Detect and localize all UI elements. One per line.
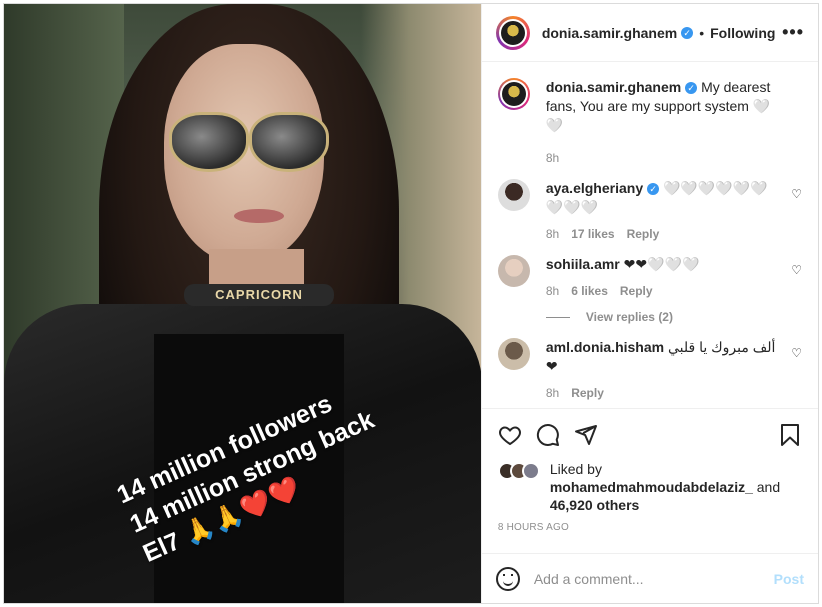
reply-button[interactable]: Reply	[627, 227, 660, 241]
like-button[interactable]	[494, 419, 526, 451]
comment-item: aya.elgheriany ✓ 🤍🤍🤍🤍🤍🤍🤍🤍🤍 8h 17 likes Repl…	[497, 179, 802, 241]
post-header: donia.samir.ghanem ✓ • Following •••	[481, 4, 818, 62]
caption: donia.samir.ghanem ✓ My dearest fans, You…	[497, 78, 802, 165]
avatar[interactable]	[497, 255, 530, 287]
post-container: CAPRICORN 14 million followers 14 millio…	[3, 3, 819, 604]
comment-time[interactable]: 8h	[546, 386, 559, 400]
avatar-image	[500, 20, 525, 45]
heart-icon[interactable]: ♡	[791, 187, 802, 201]
emoji-icon[interactable]	[495, 566, 520, 591]
share-button[interactable]	[570, 419, 602, 451]
liked-by-and: and	[752, 479, 781, 495]
action-bar	[481, 408, 818, 460]
heart-icon[interactable]: ♡	[791, 346, 802, 360]
verified-badge-icon: ✓	[681, 26, 694, 39]
comment-input[interactable]	[533, 570, 774, 587]
liked-by: Liked by mohamedmahmoudabdelaziz_ and 46…	[482, 460, 818, 514]
avatar[interactable]	[495, 15, 530, 50]
liked-by-text: Liked by mohamedmahmoudabdelaziz_ and 46…	[550, 460, 780, 514]
sunglasses-right	[249, 112, 329, 172]
comment-icon	[536, 423, 559, 446]
comment-item: sohiila.amr ❤❤🤍🤍🤍 8h 6 likes Reply ♡	[497, 255, 802, 298]
likes-count[interactable]: 46,920 others	[550, 497, 640, 513]
side-panel: donia.samir.ghanem ✓ • Following ••• don…	[480, 4, 818, 603]
following-button[interactable]: Following	[710, 25, 775, 41]
comment-likes[interactable]: 6 likes	[571, 284, 608, 298]
comment-username[interactable]: aya.elgheriany	[546, 180, 643, 196]
post-photo[interactable]: CAPRICORN 14 million followers 14 millio…	[4, 4, 481, 603]
comment-text: ❤❤🤍🤍🤍	[619, 256, 700, 272]
avatar[interactable]	[497, 338, 530, 370]
avatar[interactable]	[497, 78, 530, 110]
sunglasses-left	[169, 112, 249, 172]
post-timestamp[interactable]: 8 HOURS AGO	[482, 514, 818, 533]
share-icon	[574, 424, 597, 445]
choker-text: CAPRICORN	[184, 284, 334, 306]
add-comment-bar: Post	[481, 553, 818, 603]
avatar	[521, 462, 540, 480]
verified-badge-icon: ✓	[647, 183, 660, 196]
header-username[interactable]: donia.samir.ghanem	[542, 25, 677, 41]
view-replies-label: View replies (2)	[585, 310, 673, 324]
reply-button[interactable]: Reply	[571, 386, 604, 400]
comment-time[interactable]: 8h	[546, 284, 559, 298]
comment-username[interactable]: sohiila.amr	[546, 256, 620, 272]
separator-dot: •	[699, 24, 705, 41]
divider	[545, 316, 570, 318]
save-button[interactable]	[774, 419, 806, 451]
liked-by-prefix: Liked by	[549, 461, 602, 477]
caption-username[interactable]: donia.samir.ghanem	[546, 79, 681, 95]
bookmark-icon	[781, 423, 799, 446]
liker-avatars[interactable]	[497, 462, 540, 480]
heart-icon[interactable]: ♡	[791, 263, 802, 277]
more-icon[interactable]: •••	[782, 22, 804, 43]
comment-time[interactable]: 8h	[546, 227, 559, 241]
verified-badge-icon: ✓	[685, 82, 698, 95]
comment-likes[interactable]: 17 likes	[571, 227, 614, 241]
comment-button[interactable]	[532, 419, 564, 451]
avatar[interactable]	[497, 179, 530, 211]
heart-icon	[498, 425, 521, 445]
liked-by-user[interactable]: mohamedmahmoudabdelaziz_	[550, 479, 753, 495]
reply-button[interactable]: Reply	[620, 284, 653, 298]
view-replies-button[interactable]: View replies (2)	[545, 310, 802, 324]
caption-time[interactable]: 8h	[546, 151, 559, 165]
comment-username[interactable]: aml.donia.hisham	[546, 339, 664, 355]
comment-item: aml.donia.hisham ألف مبروك يا قلبي ❤ 8h R…	[497, 338, 802, 400]
post-button[interactable]: Post	[774, 571, 804, 587]
comments-list[interactable]: donia.samir.ghanem ✓ My dearest fans, You…	[482, 62, 818, 408]
photo-lips	[234, 209, 284, 223]
